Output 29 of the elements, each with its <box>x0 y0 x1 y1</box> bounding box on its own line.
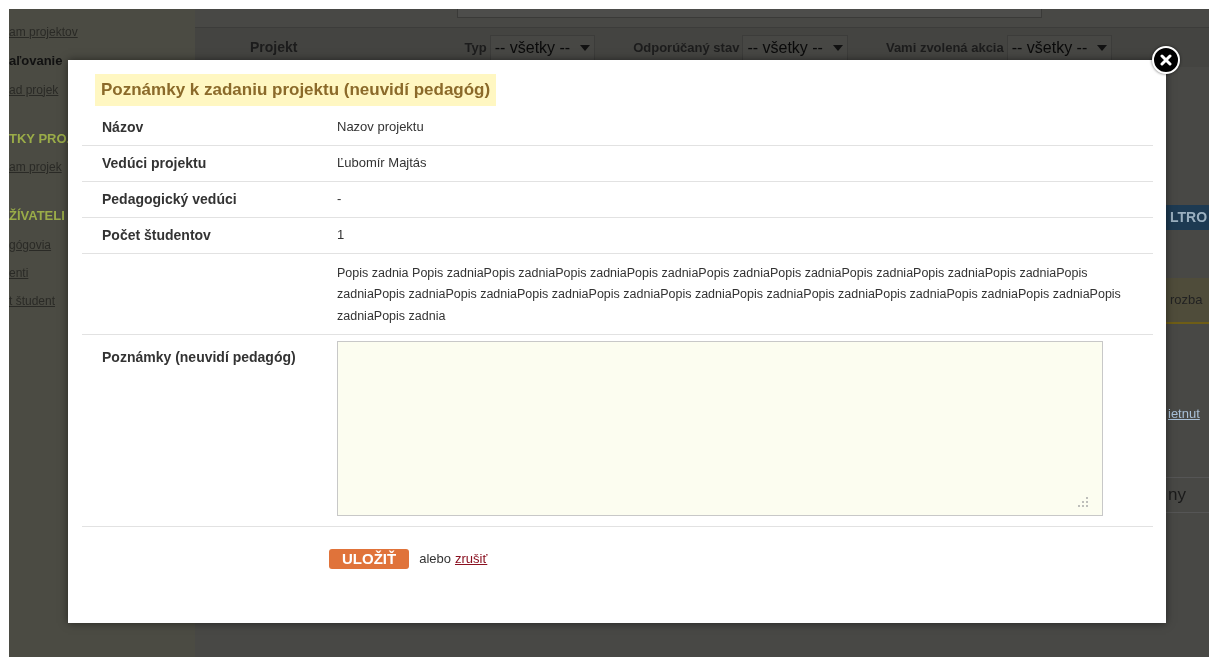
caret-icon <box>1097 44 1108 51</box>
notes-textarea[interactable] <box>337 341 1103 516</box>
filter-select[interactable]: -- všetky -- <box>489 34 596 61</box>
field-label: Pedagogický vedúci <box>101 189 238 209</box>
field-value: 1 <box>337 226 345 245</box>
field-label: Počet študentov <box>101 225 212 245</box>
sidebar-heading: ŽÍVATELI <box>9 207 65 225</box>
field-value: - <box>337 190 342 209</box>
field-label: Názov <box>101 117 145 137</box>
resize-handle-icon <box>1078 497 1088 507</box>
cancel-link[interactable]: zrušiť <box>454 549 488 569</box>
caret-icon <box>580 44 591 51</box>
field-label: Poznámky (neuvidí pedagóg) <box>101 348 297 367</box>
close-icon <box>1160 54 1172 66</box>
filter-button[interactable]: LTRO <box>1166 205 1209 230</box>
field-value: Ľubomír Majtás <box>337 154 427 173</box>
or-text: alebo <box>419 550 451 569</box>
filter-select[interactable]: -- všetky -- <box>742 34 848 61</box>
description-text: Popis zadnia Popis zadniaPopis zadniaPopis zadniaPopis zadniaPopis zadniaPopis zadniaPopis zadniaPopis zadniaPopis zadniaPopis zadniaPopis zadniaPopis zadniaPopis zadniaPopis zadniaPopis zadniaPopis zadniaPopis zadniaPopis zadniaPopis zadniaPopis zadniaPopis zadniaPopis zadnia <box>337 264 1122 325</box>
search-field[interactable] <box>457 9 1042 18</box>
modal-title: Poznámky k zadaniu projektu (neuvidí pedagóg) <box>95 74 497 106</box>
field-label: Vedúci projektu <box>101 153 208 173</box>
sidebar-item[interactable]: aľovanie <box>9 51 63 71</box>
filter-select[interactable]: -- všetky -- <box>1006 34 1113 61</box>
save-button[interactable]: ULOŽIŤ <box>329 549 410 569</box>
link[interactable]: ietnut <box>1166 403 1209 423</box>
sidebar-heading: TKY PRO. <box>9 129 71 148</box>
caret-icon <box>832 44 843 51</box>
field-value: Nazov projektu <box>337 118 424 137</box>
